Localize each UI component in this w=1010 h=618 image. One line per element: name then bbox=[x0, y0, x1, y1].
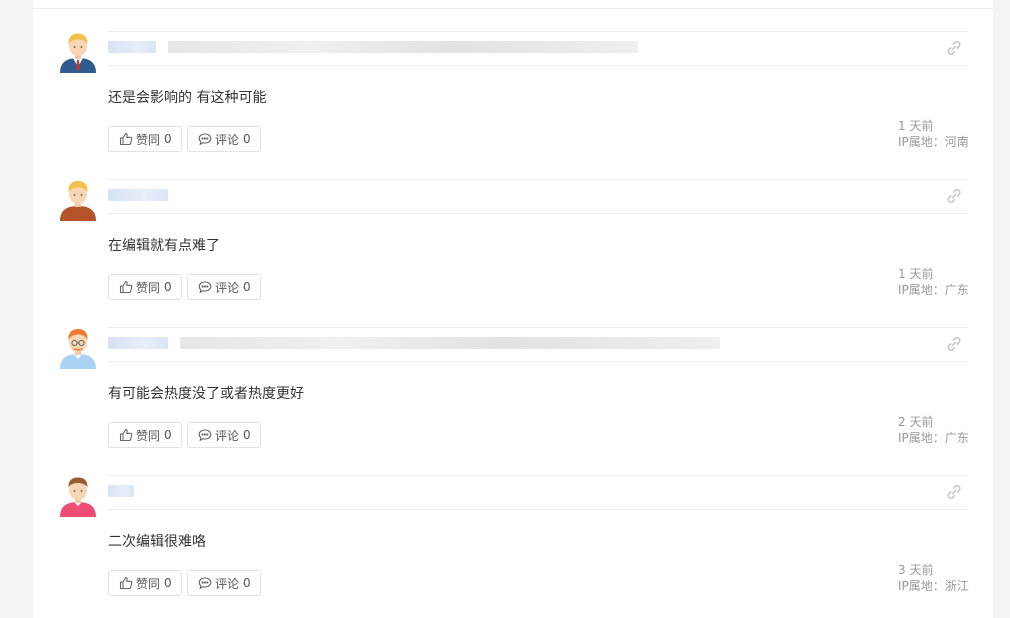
thumbs-up-icon bbox=[119, 428, 133, 442]
reply-button[interactable]: 评论 0 bbox=[187, 570, 261, 596]
divider bbox=[108, 213, 968, 214]
agree-count: 0 bbox=[164, 132, 172, 146]
man-brown-shirt-avatar-icon[interactable] bbox=[57, 179, 99, 221]
speech-bubble-icon bbox=[198, 429, 212, 442]
reply-count: 0 bbox=[243, 280, 251, 294]
reply-count: 0 bbox=[243, 576, 251, 590]
speech-bubble-icon bbox=[198, 133, 212, 146]
reply-label: 评论 bbox=[215, 576, 240, 591]
divider bbox=[108, 31, 968, 32]
reply-count: 0 bbox=[243, 428, 251, 442]
man-in-suit-avatar-icon[interactable] bbox=[57, 31, 99, 73]
comment-meta: 1 天前 IP属地：广东 bbox=[898, 266, 969, 298]
man-with-glasses-avatar-icon[interactable] bbox=[57, 327, 99, 369]
timestamp: 3 天前 bbox=[898, 563, 934, 577]
thumbs-up-icon bbox=[119, 576, 133, 590]
divider bbox=[108, 179, 968, 180]
agree-label: 赞同 bbox=[136, 132, 161, 147]
timestamp: 1 天前 bbox=[898, 267, 934, 281]
reply-label: 评论 bbox=[215, 132, 240, 147]
agree-label: 赞同 bbox=[136, 280, 161, 295]
reply-count: 0 bbox=[243, 132, 251, 146]
username-blurred bbox=[108, 336, 938, 350]
comment-list: 还是会影响的 有这种可能 赞同 0 评论 0 1 天前 IP属地：河南 在编辑就… bbox=[33, 0, 993, 618]
agree-label: 赞同 bbox=[136, 428, 161, 443]
man-pink-shirt-avatar-icon[interactable] bbox=[57, 475, 99, 517]
comment-item: 二次编辑很难咯 赞同 0 评论 0 3 天前 IP属地：浙江 bbox=[33, 444, 993, 596]
comment-text: 还是会影响的 有这种可能 bbox=[108, 90, 267, 106]
link-icon[interactable] bbox=[945, 39, 963, 57]
link-icon[interactable] bbox=[945, 483, 963, 501]
comment-text: 二次编辑很难咯 bbox=[108, 534, 206, 550]
comment-meta: 2 天前 IP属地：广东 bbox=[898, 414, 969, 446]
comment-meta: 3 天前 IP属地：浙江 bbox=[898, 562, 969, 594]
timestamp: 2 天前 bbox=[898, 415, 934, 429]
link-icon[interactable] bbox=[945, 335, 963, 353]
thumbs-up-icon bbox=[119, 132, 133, 146]
divider bbox=[108, 65, 968, 66]
divider bbox=[108, 509, 968, 510]
comment-item: 在编辑就有点难了 赞同 0 评论 0 1 天前 IP属地：广东 bbox=[33, 148, 993, 300]
thumbs-up-icon bbox=[119, 280, 133, 294]
agree-count: 0 bbox=[164, 576, 172, 590]
divider bbox=[108, 361, 968, 362]
reply-label: 评论 bbox=[215, 428, 240, 443]
divider bbox=[108, 327, 968, 328]
username-blurred bbox=[108, 484, 938, 498]
comment-text: 在编辑就有点难了 bbox=[108, 238, 220, 254]
comment-text: 有可能会热度没了或者热度更好 bbox=[108, 386, 304, 402]
comment-meta: 1 天前 IP属地：河南 bbox=[898, 118, 969, 150]
reply-label: 评论 bbox=[215, 280, 240, 295]
agree-button[interactable]: 赞同 0 bbox=[108, 570, 182, 596]
username-blurred bbox=[108, 188, 938, 202]
ip-location: IP属地：浙江 bbox=[898, 579, 969, 593]
speech-bubble-icon bbox=[198, 577, 212, 590]
agree-count: 0 bbox=[164, 280, 172, 294]
agree-label: 赞同 bbox=[136, 576, 161, 591]
comment-item: 还是会影响的 有这种可能 赞同 0 评论 0 1 天前 IP属地：河南 bbox=[33, 0, 993, 152]
agree-count: 0 bbox=[164, 428, 172, 442]
username-blurred bbox=[108, 40, 938, 54]
divider bbox=[108, 475, 968, 476]
comment-item: 有可能会热度没了或者热度更好 赞同 0 评论 0 2 天前 IP属地：广东 bbox=[33, 296, 993, 448]
timestamp: 1 天前 bbox=[898, 119, 934, 133]
link-icon[interactable] bbox=[945, 187, 963, 205]
speech-bubble-icon bbox=[198, 281, 212, 294]
